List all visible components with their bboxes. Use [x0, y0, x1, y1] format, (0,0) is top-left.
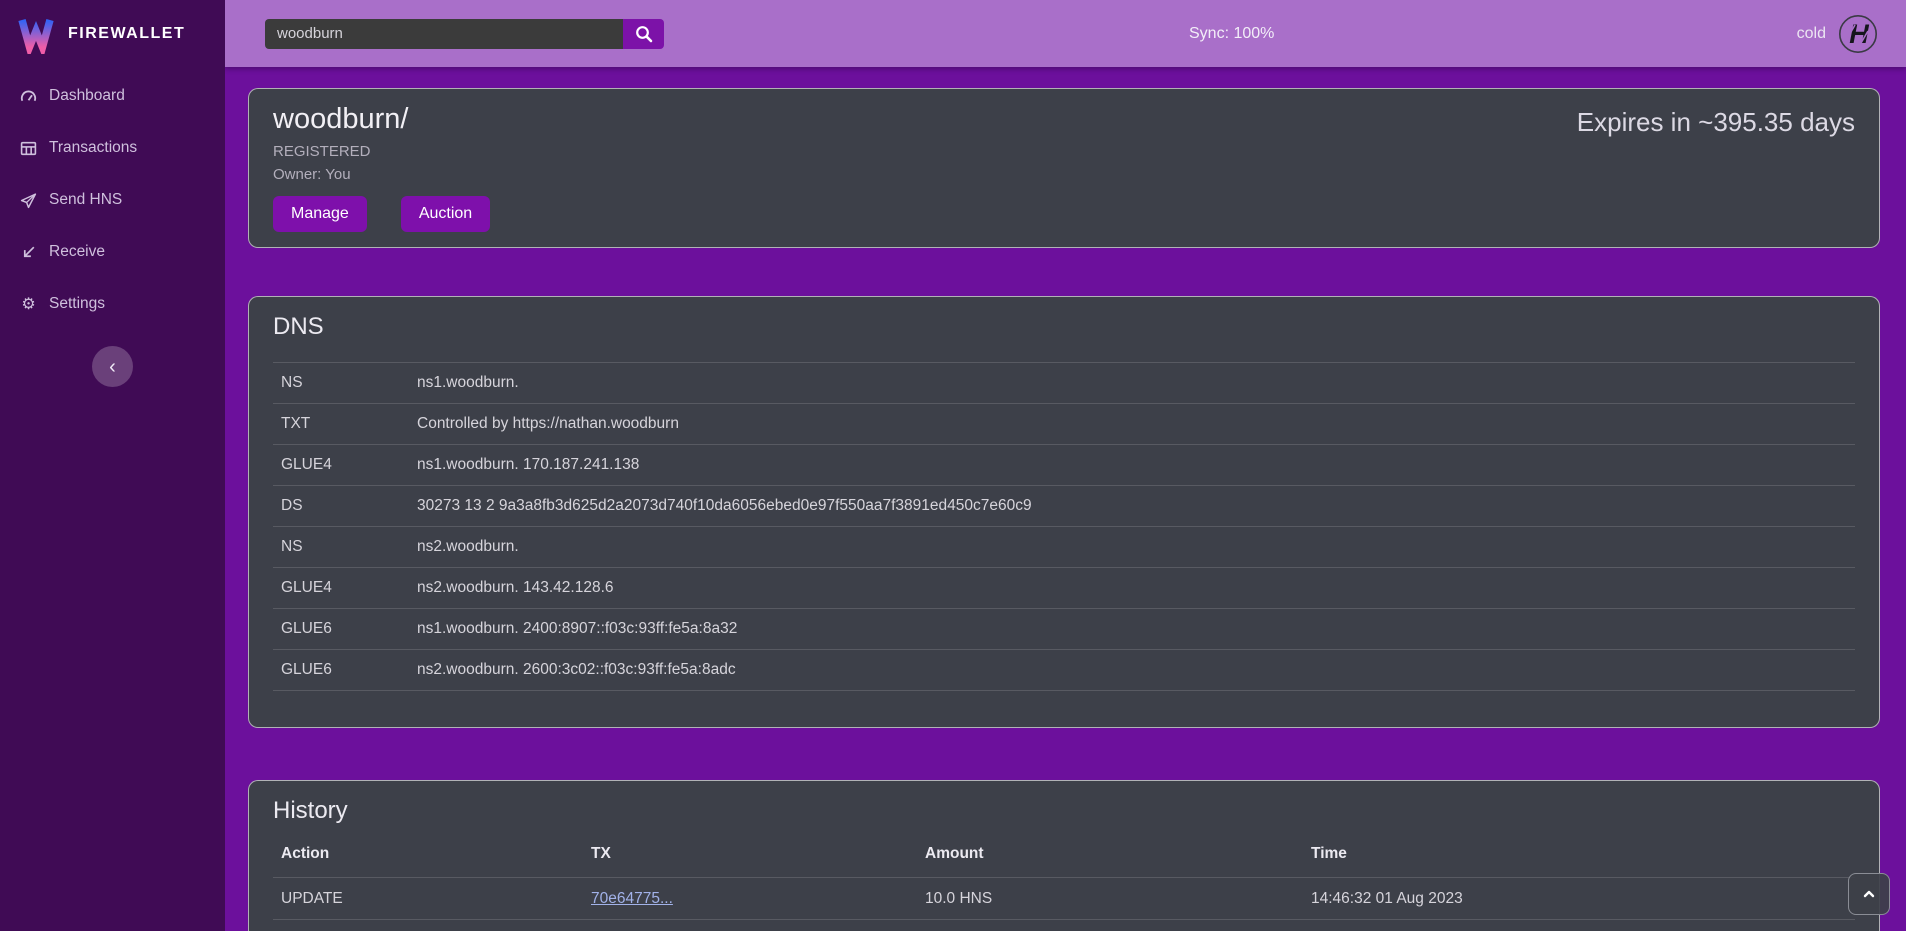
sidebar-item-label: Transactions [49, 139, 137, 157]
app-root: FIREWALLET Dashboard Transactions Send H… [0, 0, 1906, 931]
dns-record-row: GLUE6ns2.woodburn. 2600:3c02::f03c:93ff:… [273, 650, 1855, 691]
gear-icon: ⚙ [20, 296, 37, 313]
sidebar-item-dashboard[interactable]: Dashboard [0, 85, 225, 107]
dns-record-value: Controlled by https://nathan.woodburn [417, 404, 1855, 445]
domain-expiry: Expires in ~395.35 days [1577, 107, 1855, 138]
wallet-switcher[interactable]: cold H [1797, 14, 1878, 54]
brand-name: FIREWALLET [68, 25, 185, 43]
sidebar-item-settings[interactable]: ⚙ Settings [0, 293, 225, 315]
brand-logo[interactable]: FIREWALLET [0, 0, 225, 67]
domain-owner: Owner: You [273, 166, 1855, 183]
chevron-up-icon [1860, 885, 1878, 903]
dns-record-value: ns2.woodburn. [417, 527, 1855, 568]
sidebar-item-label: Send HNS [49, 191, 122, 209]
dns-card: DNS NSns1.woodburn. TXTControlled by htt… [248, 296, 1880, 728]
search-input[interactable] [265, 19, 623, 49]
history-title: History [273, 797, 1855, 825]
dns-record-type: NS [273, 363, 417, 404]
dns-record-type: TXT [273, 404, 417, 445]
paper-plane-icon [20, 192, 37, 209]
sidebar-item-label: Dashboard [49, 87, 125, 105]
dns-table: NSns1.woodburn. TXTControlled by https:/… [273, 362, 1855, 691]
handshake-logo-icon[interactable]: H [1838, 14, 1878, 54]
search-button[interactable] [623, 19, 664, 49]
dns-record-type: DS [273, 486, 417, 527]
history-col-time: Time [1303, 839, 1855, 878]
sidebar-item-transactions[interactable]: Transactions [0, 137, 225, 159]
domain-card: woodburn/ REGISTERED Owner: You Manage A… [248, 88, 1880, 248]
tx-link[interactable]: 70e64775... [591, 890, 673, 907]
dns-record-value: ns2.woodburn. 143.42.128.6 [417, 568, 1855, 609]
history-col-tx: TX [583, 839, 917, 878]
dns-record-type: GLUE6 [273, 650, 417, 691]
sidebar-collapse-button[interactable]: ‹ [92, 346, 133, 387]
dns-record-row: DS30273 13 2 9a3a8fb3d625d2a2073d740f10d… [273, 486, 1855, 527]
dns-record-row: TXTControlled by https://nathan.woodburn [273, 404, 1855, 445]
sidebar-item-label: Settings [49, 295, 105, 313]
chevron-left-icon: ‹ [109, 356, 116, 378]
dashboard-gauge-icon [20, 88, 37, 105]
dns-record-row: GLUE4ns2.woodburn. 143.42.128.6 [273, 568, 1855, 609]
dns-title: DNS [273, 313, 1855, 341]
dns-record-row: NSns2.woodburn. [273, 527, 1855, 568]
history-header-row: Action TX Amount Time [273, 839, 1855, 878]
dns-record-value: ns1.woodburn. 170.187.241.138 [417, 445, 1855, 486]
main-area: Sync: 100% cold H woodburn/ REGISTERED O… [225, 0, 1906, 931]
arrow-down-left-icon [20, 244, 37, 261]
scroll-to-top-button[interactable] [1848, 873, 1890, 915]
history-row: UPDATE 70e64775... 10.0 HNS 14:46:32 01 … [273, 878, 1855, 920]
history-time: 15:47:36 07 Feb 2023 [1303, 920, 1855, 931]
history-action: RENEW [273, 920, 583, 931]
dns-record-value: 30273 13 2 9a3a8fb3d625d2a2073d740f10da6… [417, 486, 1855, 527]
auction-button[interactable]: Auction [401, 196, 490, 232]
dns-record-row: NSns1.woodburn. [273, 363, 1855, 404]
dns-record-row: GLUE4ns1.woodburn. 170.187.241.138 [273, 445, 1855, 486]
dns-record-type: GLUE4 [273, 568, 417, 609]
dns-record-value: ns1.woodburn. [417, 363, 1855, 404]
history-time: 14:46:32 01 Aug 2023 [1303, 878, 1855, 920]
sidebar-nav: Dashboard Transactions Send HNS Receive [0, 85, 225, 315]
history-col-amount: Amount [917, 839, 1303, 878]
sidebar-item-receive[interactable]: Receive [0, 241, 225, 263]
history-table: Action TX Amount Time UPDATE 70e64775...… [273, 839, 1855, 931]
wallet-name: cold [1797, 25, 1826, 43]
history-card: History Action TX Amount Time UPDATE [248, 780, 1880, 931]
history-col-action: Action [273, 839, 583, 878]
sidebar: FIREWALLET Dashboard Transactions Send H… [0, 0, 225, 931]
history-amount: 10.0 HNS [917, 878, 1303, 920]
dns-record-type: GLUE4 [273, 445, 417, 486]
dns-record-value: ns2.woodburn. 2600:3c02::f03c:93ff:fe5a:… [417, 650, 1855, 691]
dns-record-type: GLUE6 [273, 609, 417, 650]
domain-actions: Manage Auction [273, 196, 1855, 232]
history-row: RENEW 479e5c6... 10.0 HNS 15:47:36 07 Fe… [273, 920, 1855, 931]
table-icon [20, 140, 37, 157]
search-icon [634, 24, 654, 44]
history-action: UPDATE [273, 878, 583, 920]
dns-record-type: NS [273, 527, 417, 568]
sidebar-item-label: Receive [49, 243, 105, 261]
dns-record-row: GLUE6ns1.woodburn. 2400:8907::f03c:93ff:… [273, 609, 1855, 650]
history-amount: 10.0 HNS [917, 920, 1303, 931]
domain-status: REGISTERED [273, 143, 1855, 160]
topbar: Sync: 100% cold H [225, 0, 1906, 67]
dns-record-value: ns1.woodburn. 2400:8907::f03c:93ff:fe5a:… [417, 609, 1855, 650]
sync-status: Sync: 100% [1189, 25, 1274, 43]
search-group [265, 19, 664, 49]
firewallet-logo-icon [16, 14, 56, 54]
sidebar-item-send-hns[interactable]: Send HNS [0, 189, 225, 211]
manage-button[interactable]: Manage [273, 196, 367, 232]
page-content: woodburn/ REGISTERED Owner: You Manage A… [225, 67, 1906, 931]
